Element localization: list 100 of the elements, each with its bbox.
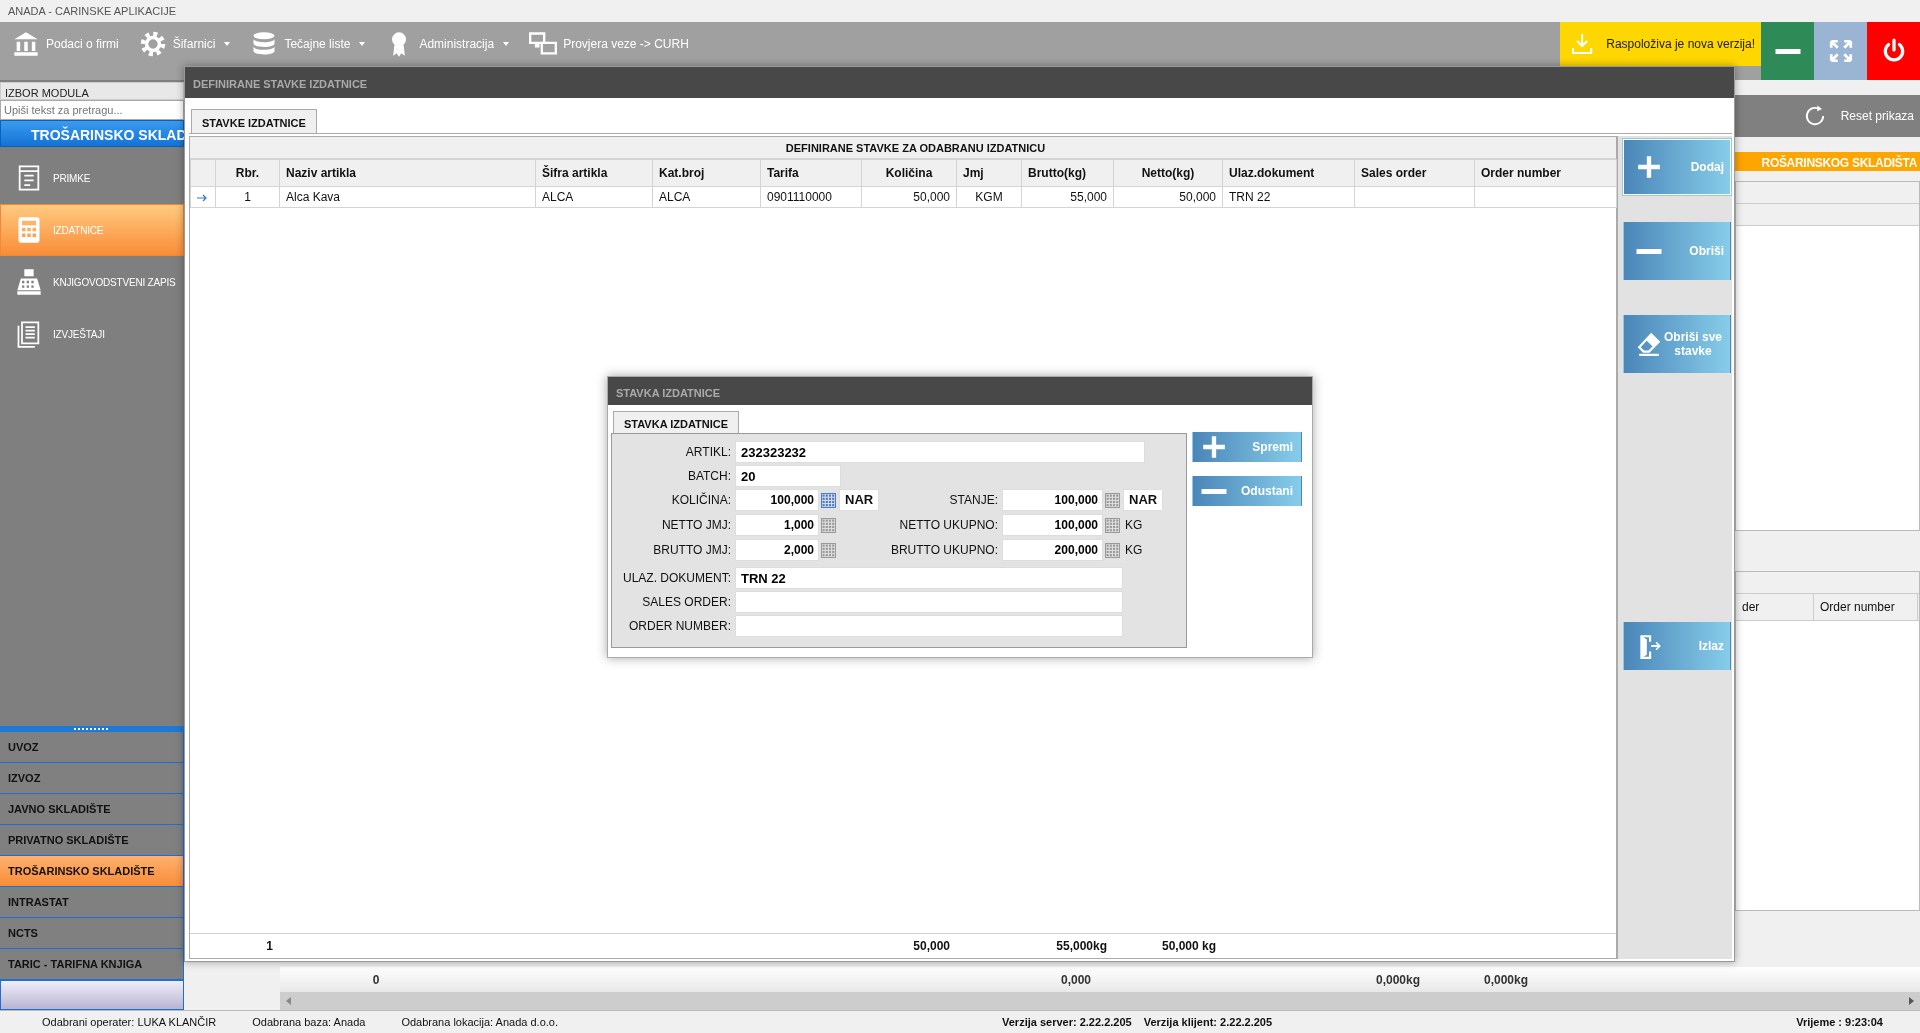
clock-text: Vrijeme : 9:23:04 — [1796, 1014, 1883, 1030]
calculator-icon[interactable] — [1105, 492, 1120, 508]
column-header[interactable]: Tarifa — [760, 159, 862, 187]
eraser-icon — [1636, 331, 1662, 357]
fullscreen-button[interactable] — [1814, 22, 1867, 80]
module-item[interactable]: UVOZ — [0, 732, 184, 763]
monitors-icon — [529, 30, 558, 58]
column-header[interactable]: Jmj — [956, 159, 1022, 187]
column-header[interactable]: Sales order — [1354, 159, 1475, 187]
field-label: NETTO UKUPNO: — [898, 517, 999, 534]
minus-icon — [1636, 248, 1662, 254]
column-header[interactable]: Ulaz.dokument — [1222, 159, 1355, 187]
field-label: KOLIČINA: — [670, 491, 732, 509]
table-cell: 1 — [215, 186, 280, 208]
column-header[interactable]: Kat.broj — [652, 159, 761, 187]
version-text: Verzija klijent: 2.22.2.205 — [1143, 1014, 1273, 1030]
horizontal-scrollbar[interactable] — [280, 992, 1920, 1010]
sidebar-item[interactable]: IZVJEŠTAJI — [0, 308, 184, 360]
total-value: 50,000 kg — [1161, 938, 1216, 953]
field-label: ULAZ. DOKUMENT: — [622, 570, 732, 587]
table-cell: 50,000 — [1113, 186, 1223, 208]
module-item[interactable]: JAVNO SKLADIŠTE — [0, 794, 184, 825]
number-field[interactable]: 100,000 — [1002, 514, 1103, 536]
sidebar-item[interactable]: PRIMKE — [0, 152, 184, 204]
field-label: ARTIKL: — [684, 444, 732, 461]
column-header: der — [1736, 594, 1814, 620]
text-field[interactable]: TRN 22 — [735, 567, 1123, 589]
module-item[interactable]: TROŠARINSKO SKLADIŠTE — [0, 856, 184, 887]
table-cell: ALCA — [535, 186, 653, 208]
field-label: SALES ORDER: — [641, 594, 732, 611]
field-label: BRUTTO JMJ: — [652, 542, 732, 559]
update-notice-button[interactable]: Raspoloživa je nova verzija! — [1560, 22, 1761, 66]
gear-icon — [138, 30, 167, 58]
column-header: Order number — [1814, 594, 1918, 620]
field-label: BRUTTO UKUPNO: — [889, 542, 999, 559]
status-text: Odabrana baza: Anada — [252, 1014, 366, 1030]
number-field[interactable]: 1,000 — [735, 514, 819, 536]
calculator-icon[interactable] — [1105, 542, 1120, 558]
window-title: ANADA - CARINSKE APLIKACIJE — [8, 4, 177, 18]
tab[interactable]: STAVKA IZDATNICE — [613, 411, 740, 433]
plus-icon — [1201, 434, 1227, 460]
total-value: 0,000 — [1060, 971, 1092, 989]
table-cell: KGM — [956, 186, 1022, 208]
total-value: 0 — [371, 971, 381, 989]
dialog-title: STAVKA IZDATNICE — [608, 377, 1312, 405]
minimize-button[interactable] — [1761, 22, 1814, 80]
total-value: 50,000 — [913, 938, 950, 953]
scroll-left-icon[interactable] — [286, 997, 291, 1005]
column-header[interactable]: Šifra artikla — [535, 159, 653, 187]
column-header[interactable]: Brutto(kg) — [1021, 159, 1114, 187]
column-header[interactable]: Rbr. — [215, 159, 280, 187]
minimize-icon — [1774, 48, 1801, 54]
module-item[interactable]: PRIVATNO SKLADIŠTE — [0, 825, 184, 856]
table-cell: 50,000 — [861, 186, 957, 208]
total-value: 1 — [266, 938, 273, 953]
column-header[interactable]: Order number — [1474, 159, 1617, 187]
module-item[interactable]: INTRASTAT — [0, 887, 184, 918]
unit-label: NAR — [839, 489, 880, 511]
reset-view-button[interactable]: Reset prikaza — [1735, 95, 1920, 137]
calculator-icon[interactable] — [1105, 517, 1120, 533]
column-header[interactable]: Naziv artikla — [279, 159, 536, 187]
number-field[interactable]: 200,000 — [1002, 539, 1103, 561]
total-value: 0,000kg — [1374, 971, 1421, 989]
calculator-icon[interactable] — [821, 492, 836, 508]
module-item[interactable]: NCTS — [0, 918, 184, 949]
table-cell: ALCA — [652, 186, 761, 208]
text-field[interactable] — [735, 591, 1123, 613]
module-item[interactable]: IZVOZ — [0, 763, 184, 794]
power-button[interactable] — [1867, 22, 1920, 80]
calculator-icon[interactable] — [821, 542, 836, 558]
total-value: 0,000kg — [1482, 971, 1529, 989]
column-header[interactable]: Količina — [861, 159, 957, 187]
cash-register-icon — [15, 268, 43, 296]
table-cell: 55,000 — [1021, 186, 1114, 208]
status-text: Odabrana lokacija: Anada d.o.o. — [401, 1014, 558, 1030]
calculator-icon[interactable] — [821, 517, 836, 533]
table-cell: TRN 22 — [1222, 186, 1355, 208]
field-label: NETTO JMJ: — [660, 517, 732, 534]
search-field[interactable]: Upiši tekst za pretragu... — [0, 100, 184, 120]
text-field[interactable]: 232323232 — [735, 441, 1145, 463]
field-label: BATCH: — [686, 468, 732, 485]
number-field[interactable]: 2,000 — [735, 539, 819, 561]
calculator-icon — [15, 216, 43, 244]
sidebar-item[interactable]: KNJIGOVODSTVENI ZAPIS — [0, 256, 184, 308]
fullscreen-icon — [1827, 38, 1854, 64]
module-item[interactable]: TARIC - TARIFNA KNJIGA — [0, 949, 184, 980]
tab[interactable]: STAVKE IZDATNICE — [191, 109, 317, 133]
field-label: STANJE: — [948, 492, 999, 509]
section-title: ROŠARINSKOG SKLADIŠTA — [1735, 152, 1920, 171]
number-field[interactable]: 100,000 — [735, 489, 819, 511]
scroll-right-icon[interactable] — [1909, 997, 1914, 1005]
column-header[interactable]: Netto(kg) — [1113, 159, 1223, 187]
table-cell: Alca Kava — [279, 186, 536, 208]
text-field[interactable] — [735, 615, 1123, 637]
splitter-handle[interactable] — [0, 726, 184, 732]
window-title: DEFINIRANE STAVKE IZDATNICE — [185, 67, 1734, 98]
status-text: Odabrani operater: LUKA KLANČIR — [42, 1014, 217, 1030]
number-field[interactable]: 100,000 — [1002, 489, 1103, 511]
unit-label: KG — [1124, 543, 1143, 557]
text-field[interactable]: 20 — [735, 465, 841, 487]
